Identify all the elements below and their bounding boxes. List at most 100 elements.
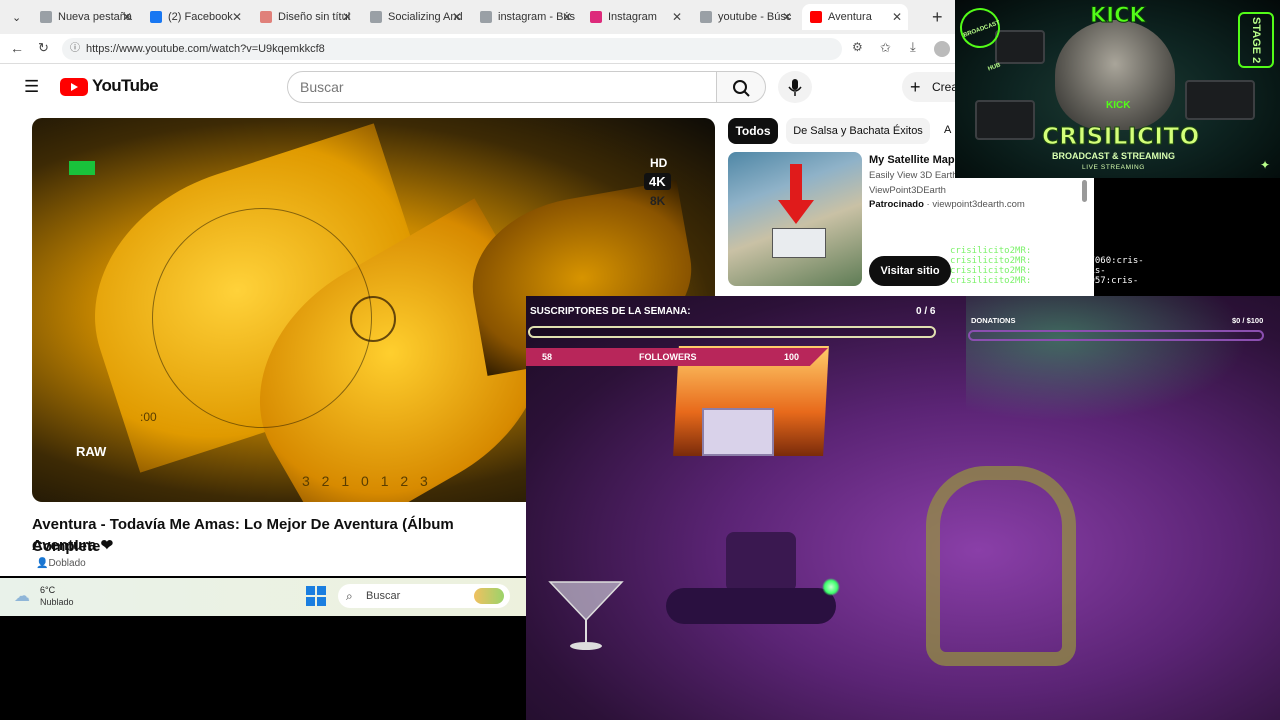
youtube-logo-text[interactable]: YouTube xyxy=(92,76,159,96)
close-icon[interactable]: ✕ xyxy=(232,10,242,24)
youtube-icon xyxy=(810,11,822,23)
chat-message: crisilicito2MR: emote:5197057:cris- xyxy=(950,276,1200,286)
youtube-logo-icon[interactable] xyxy=(60,78,88,96)
instagram-icon xyxy=(590,11,602,23)
profile-avatar[interactable] xyxy=(934,41,950,57)
new-tab-button[interactable]: + xyxy=(924,4,952,30)
tab-label: youtube - Búsc xyxy=(718,11,792,23)
close-icon[interactable]: ✕ xyxy=(452,10,462,24)
chat-text: 4998926:cris- xyxy=(1035,266,1106,276)
close-icon[interactable]: ✕ xyxy=(562,10,572,24)
tab-label: Aventura xyxy=(828,11,872,23)
banner-subtitle: BROADCAST & STREAMING xyxy=(1052,151,1175,161)
browser-tab[interactable]: (2) Facebook ✕ xyxy=(142,4,248,30)
weather-temperature[interactable]: 6°C xyxy=(40,585,55,595)
kick-logo: KICK xyxy=(1090,3,1147,28)
taskbar-search[interactable]: ⌕ Buscar xyxy=(338,584,510,608)
chip-salsa-bachata[interactable]: De Salsa y Bachata Éxitos xyxy=(786,118,930,144)
browser-tab[interactable]: youtube - Búsc ✕ xyxy=(692,4,798,30)
site-info-icon[interactable]: ⓘ xyxy=(70,38,80,60)
reload-icon[interactable]: ↻ xyxy=(38,40,49,56)
url-text: https://www.youtube.com/watch?v=U9kqemkk… xyxy=(86,43,325,55)
url-bar[interactable]: ⓘ https://www.youtube.com/watch?v=U9kqem… xyxy=(62,38,842,60)
ad-thumbnail[interactable] xyxy=(728,152,862,286)
raw-label: RAW xyxy=(76,444,107,459)
close-icon[interactable]: ✕ xyxy=(782,10,792,24)
chip-next[interactable]: A xyxy=(944,124,951,136)
donations-progress-bar xyxy=(968,330,1264,341)
close-icon[interactable]: ✕ xyxy=(122,10,132,24)
chat-username: crisilicito2MR: xyxy=(950,266,1032,276)
chat-text: emote:5197057:cris- xyxy=(1035,276,1139,286)
tab-list-button[interactable]: ⌄ xyxy=(4,4,28,30)
close-icon[interactable]: ✕ xyxy=(672,10,682,24)
ad-sponsored-line: Patrocinado · viewpoint3dearth.com xyxy=(869,199,1025,210)
subscribers-progress-bar xyxy=(528,326,936,338)
browser-tab[interactable]: Instagram ✕ xyxy=(582,4,688,30)
download-icon[interactable]: ⤓ xyxy=(910,39,916,55)
dubbed-label: Doblado xyxy=(48,558,86,569)
visit-site-button[interactable]: Visitar sitio xyxy=(869,256,951,286)
arrow-down-icon xyxy=(778,200,814,224)
person-icon: 👤 xyxy=(36,558,49,569)
tab-label: Nueva pestaña xyxy=(58,11,132,23)
ad-domain: viewpoint3dearth.com xyxy=(932,199,1025,210)
chat-username: crisilicito2MR: xyxy=(950,246,1032,256)
chat-message: crisilicito2MR: iemate:5197060:cris- xyxy=(950,256,1200,266)
search-button[interactable] xyxy=(716,71,766,103)
ad-description: Easily View 3D Earth xyxy=(869,170,955,181)
sparkle-icon: ✦ xyxy=(1260,158,1271,172)
tab-label: Diseño sin títul xyxy=(278,11,351,23)
tab-label: (2) Facebook xyxy=(168,11,233,23)
favorites-icon[interactable]: ✩ xyxy=(880,40,891,56)
camera-image xyxy=(995,30,1045,64)
weather-condition[interactable]: Nublado xyxy=(40,597,74,607)
followers-label: FOLLOWERS xyxy=(639,352,697,362)
browser-tab[interactable]: Socializing And ✕ xyxy=(362,4,468,30)
extension-icon[interactable]: ⚙ xyxy=(852,40,863,54)
green-light xyxy=(822,578,840,596)
timecode-text: :00 xyxy=(140,410,157,424)
dubbed-tag: 👤Doblado xyxy=(36,558,86,569)
air-conditioner xyxy=(702,408,774,456)
close-icon[interactable]: ✕ xyxy=(892,10,902,24)
windows-start-icon[interactable] xyxy=(306,586,326,611)
search-icon xyxy=(700,11,712,23)
8k-label: 8K xyxy=(650,194,666,208)
search-icon xyxy=(480,11,492,23)
donations-label: DONATIONS xyxy=(971,316,1016,325)
stage-2-text: STAGE 2 xyxy=(1250,16,1262,64)
chip-all[interactable]: Todos xyxy=(728,118,778,144)
back-arrow-icon[interactable]: ← xyxy=(10,40,24,56)
search-input[interactable]: Buscar xyxy=(287,71,717,103)
tab-label: Instagram xyxy=(608,11,657,23)
browser-tab[interactable]: Nueva pestaña ✕ xyxy=(32,4,138,30)
keyboard-image xyxy=(975,100,1035,140)
browser-tab[interactable]: Aventura ✕ xyxy=(802,4,908,30)
facebook-icon xyxy=(150,11,162,23)
chat-username: crisilicito2MR: xyxy=(950,276,1032,286)
kick-small-logo: KICK xyxy=(1106,100,1131,111)
video-title-continued[interactable]: Aventura ❤ xyxy=(32,536,113,554)
sponsored-label: Patrocinado xyxy=(869,199,924,210)
chat-overlay: crisilicito2MR: crisilicito2MR: iemate:519… xyxy=(950,246,1200,296)
canva-icon xyxy=(260,11,272,23)
plus-icon: + xyxy=(932,6,943,27)
close-icon[interactable]: ✕ xyxy=(342,10,352,24)
martini-glass-icon xyxy=(548,581,624,650)
browser-tab[interactable]: instagram - Bús ✕ xyxy=(472,4,578,30)
browser-tab[interactable]: Diseño sin títul ✕ xyxy=(252,4,358,30)
channel-name: CRISILICITO xyxy=(1042,124,1200,151)
menu-icon[interactable]: ☰ xyxy=(24,77,39,97)
hd-label: HD xyxy=(650,156,668,170)
new-tab-icon xyxy=(40,11,52,23)
arrow-shaft xyxy=(790,164,802,204)
scrollbar-thumb[interactable] xyxy=(1082,180,1087,202)
ad-channel: ViewPoint3DEarth xyxy=(869,185,946,196)
chevron-down-icon: ⌄ xyxy=(12,11,22,24)
chat-text: iemate:5197060:cris- xyxy=(1035,256,1144,266)
voice-search-button[interactable] xyxy=(778,71,812,103)
ad-title[interactable]: My Satellite Map xyxy=(869,154,955,166)
house-image xyxy=(772,228,826,258)
weekly-subscribers-count: 0 / 6 xyxy=(916,306,936,317)
